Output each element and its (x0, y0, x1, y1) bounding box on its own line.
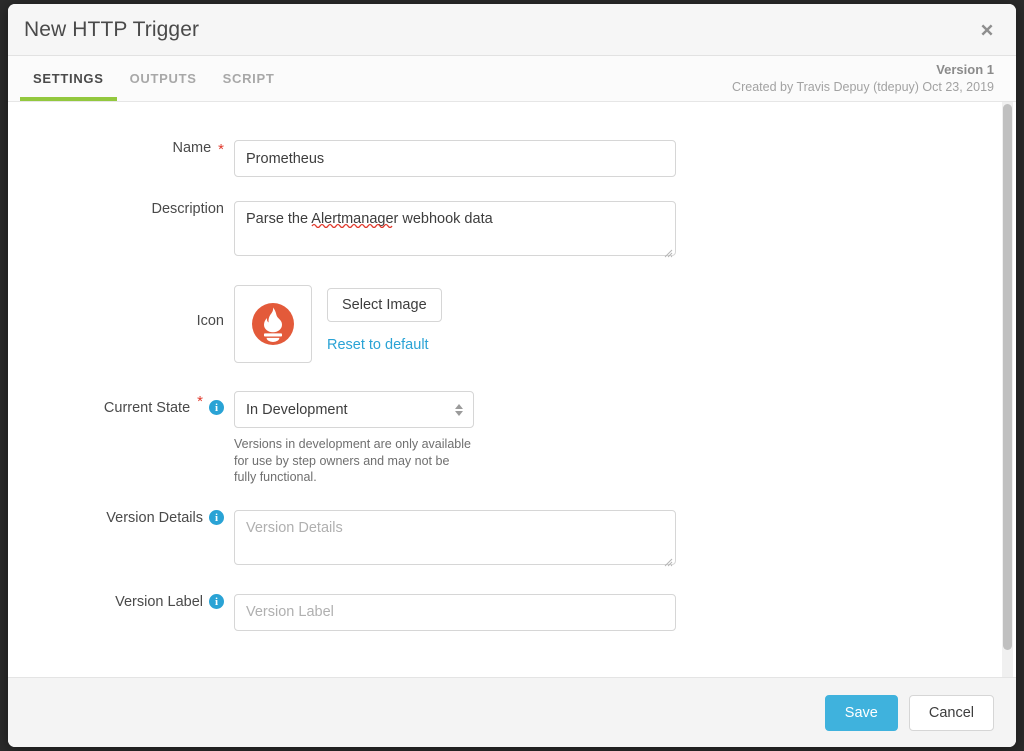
dialog-title: New HTTP Trigger (24, 18, 199, 42)
icon-label: Icon (8, 285, 234, 329)
version-label-label-text: Version Label (115, 594, 203, 610)
tab-bar: SETTINGS OUTPUTS SCRIPT Version 1 Create… (8, 56, 1016, 102)
description-textarea[interactable] (234, 201, 676, 256)
save-button[interactable]: Save (825, 695, 898, 731)
icon-preview-box[interactable] (234, 285, 312, 363)
tab-outputs-label: OUTPUTS (130, 71, 197, 86)
current-state-label-text: Current State (104, 400, 190, 416)
tab-outputs[interactable]: OUTPUTS (117, 56, 210, 101)
scrollbar-thumb[interactable] (1003, 104, 1012, 650)
icon-label-text: Icon (197, 313, 224, 329)
prometheus-logo-icon (249, 300, 297, 348)
vertical-scrollbar[interactable] (1002, 102, 1013, 677)
field-row-current-state: Current State* i In Development Testing … (8, 391, 1016, 486)
version-details-textarea[interactable] (234, 510, 676, 565)
tab-settings[interactable]: SETTINGS (20, 56, 117, 101)
current-state-help-text: Versions in development are only availab… (234, 436, 474, 486)
tab-script[interactable]: SCRIPT (210, 56, 288, 101)
dialog-footer: Save Cancel (8, 677, 1016, 747)
field-row-name: Name* (8, 140, 1016, 177)
info-icon[interactable]: i (209, 400, 224, 415)
name-label: Name* (8, 140, 234, 156)
version-created-by: Created by Travis Depuy (tdepuy) Oct 23,… (732, 79, 994, 96)
cancel-button[interactable]: Cancel (909, 695, 994, 731)
version-details-label-text: Version Details (106, 510, 203, 526)
info-icon[interactable]: i (209, 594, 224, 609)
reset-to-default-link[interactable]: Reset to default (327, 337, 429, 353)
settings-form: Name* Description (8, 102, 1016, 631)
description-label: Description (8, 201, 234, 217)
dialog-body: Name* Description (8, 102, 1016, 677)
info-icon[interactable]: i (209, 510, 224, 525)
current-state-label: Current State* i (8, 391, 234, 416)
name-label-text: Name (172, 140, 211, 156)
field-row-version-label: Version Label i (8, 594, 1016, 631)
dialog-titlebar: New HTTP Trigger (8, 4, 1016, 56)
version-info: Version 1 Created by Travis Depuy (tdepu… (732, 56, 1016, 101)
version-label-label: Version Label i (8, 594, 234, 610)
description-label-text: Description (151, 201, 224, 217)
field-row-icon: Icon Select Image Reset to default (8, 285, 1016, 363)
tab-settings-label: SETTINGS (33, 71, 104, 86)
field-row-description: Description (8, 201, 1016, 261)
new-http-trigger-dialog: New HTTP Trigger SETTINGS OUTPUTS SCRIPT… (8, 4, 1016, 747)
version-details-label: Version Details i (8, 510, 234, 526)
select-image-button[interactable]: Select Image (327, 288, 442, 322)
current-state-select[interactable]: In Development Testing Production Retire… (234, 391, 474, 428)
version-number: Version 1 (732, 61, 994, 79)
version-label-input[interactable] (234, 594, 676, 631)
name-input[interactable] (234, 140, 676, 177)
close-icon[interactable] (974, 17, 1000, 43)
tab-script-label: SCRIPT (223, 71, 275, 86)
field-row-version-details: Version Details i (8, 510, 1016, 570)
